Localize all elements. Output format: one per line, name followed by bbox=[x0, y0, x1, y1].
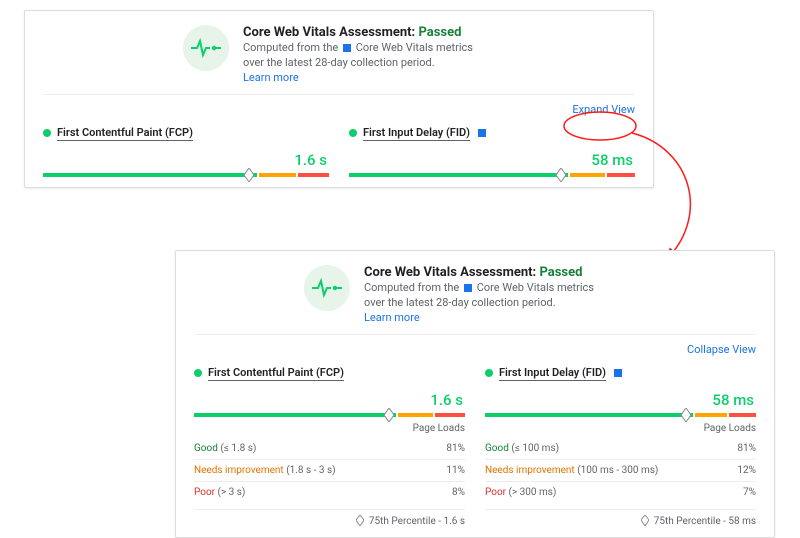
dist-value: 12% bbox=[737, 465, 756, 476]
dist-value: 11% bbox=[446, 465, 465, 476]
page-loads-label: Page Loads bbox=[485, 423, 756, 434]
dist-value: 7% bbox=[743, 487, 756, 498]
percentile-marker-icon bbox=[681, 408, 691, 422]
metric-value-fcp: 1.6 s bbox=[194, 391, 463, 409]
distribution-bar-fid bbox=[485, 413, 756, 417]
table-row: Good (≤ 100 ms) 81% bbox=[485, 438, 756, 459]
page-loads-label: Page Loads bbox=[194, 423, 465, 434]
dist-label-poor: Poor bbox=[194, 487, 215, 498]
sub-text-3: over the latest 28-day collection period… bbox=[364, 295, 594, 310]
dist-range: (≤ 100 ms) bbox=[511, 443, 559, 454]
dist-value: 81% bbox=[446, 443, 465, 454]
distribution-bar-fcp bbox=[43, 173, 329, 177]
table-row: Poor (> 300 ms) 7% bbox=[485, 481, 756, 503]
cwv-badge-icon bbox=[343, 44, 351, 52]
vitals-icon bbox=[304, 265, 350, 311]
divider bbox=[43, 94, 635, 95]
dist-range: (> 300 ms) bbox=[509, 487, 557, 498]
dist-label-ni: Needs improvement bbox=[485, 465, 575, 476]
percentile-row: 75th Percentile - 58 ms bbox=[485, 509, 756, 527]
distribution-bar-fcp bbox=[194, 413, 465, 417]
percentile-marker-icon bbox=[356, 515, 364, 526]
metric-value-fid: 58 ms bbox=[485, 391, 754, 409]
status-dot-icon bbox=[349, 129, 357, 137]
status-dot-icon bbox=[485, 369, 493, 377]
cwv-badge-icon bbox=[478, 129, 486, 137]
table-row: Poor (> 3 s) 8% bbox=[194, 481, 465, 503]
distribution-table-fcp: Good (≤ 1.8 s) 81% Needs improvement (1.… bbox=[194, 438, 465, 503]
dist-label-ni: Needs improvement bbox=[194, 465, 284, 476]
assessment-title: Core Web Vitals Assessment: bbox=[364, 265, 536, 280]
learn-more-link[interactable]: Learn more bbox=[243, 71, 473, 84]
sub-text-3: over the latest 28-day collection period… bbox=[243, 55, 473, 70]
metric-fid: First Input Delay (FID) 58 ms bbox=[349, 126, 635, 177]
metric-fcp: First Contentful Paint (FCP) 1.6 s Page … bbox=[194, 366, 465, 527]
dist-value: 8% bbox=[452, 487, 465, 498]
percentile-marker-icon bbox=[556, 168, 566, 182]
percentile-marker-icon bbox=[641, 515, 649, 526]
cwv-panel-collapsed: Core Web Vitals Assessment: Passed Compu… bbox=[24, 10, 654, 188]
metric-name-fcp[interactable]: First Contentful Paint (FCP) bbox=[57, 126, 193, 141]
divider bbox=[194, 334, 756, 335]
metric-name-fcp[interactable]: First Contentful Paint (FCP) bbox=[208, 366, 344, 381]
percentile-row: 75th Percentile - 1.6 s bbox=[194, 509, 465, 527]
panel-header: Core Web Vitals Assessment: Passed Compu… bbox=[194, 265, 756, 324]
status-dot-icon bbox=[43, 129, 51, 137]
percentile-marker-icon bbox=[244, 168, 254, 182]
dist-range: (1.8 s - 3 s) bbox=[286, 465, 335, 476]
assessment-title: Core Web Vitals Assessment: bbox=[243, 25, 415, 40]
dist-label-poor: Poor bbox=[485, 487, 506, 498]
dist-label-good: Good bbox=[194, 443, 218, 454]
assessment-status: Passed bbox=[418, 25, 461, 40]
expand-view-link[interactable]: Expand View bbox=[43, 101, 635, 126]
collapse-view-link[interactable]: Collapse View bbox=[194, 341, 756, 366]
cwv-panel-expanded: Core Web Vitals Assessment: Passed Compu… bbox=[175, 250, 775, 538]
metric-value-fcp: 1.6 s bbox=[43, 151, 327, 169]
table-row: Needs improvement (1.8 s - 3 s) 11% bbox=[194, 459, 465, 481]
learn-more-link[interactable]: Learn more bbox=[364, 311, 594, 324]
sub-text-2: Core Web Vitals metrics bbox=[477, 281, 594, 294]
table-row: Good (≤ 1.8 s) 81% bbox=[194, 438, 465, 459]
dist-value: 81% bbox=[737, 443, 756, 454]
sub-text-1: Computed from the bbox=[364, 281, 459, 294]
percentile-text: 75th Percentile - 58 ms bbox=[654, 516, 756, 527]
header-text: Core Web Vitals Assessment: Passed Compu… bbox=[243, 25, 473, 84]
percentile-marker-icon bbox=[384, 408, 394, 422]
vitals-icon bbox=[183, 25, 229, 71]
dist-range: (≤ 1.8 s) bbox=[220, 443, 256, 454]
dist-range: (100 ms - 300 ms) bbox=[577, 465, 658, 476]
metrics-row: First Contentful Paint (FCP) 1.6 s First… bbox=[43, 126, 635, 177]
panel-header: Core Web Vitals Assessment: Passed Compu… bbox=[43, 25, 635, 84]
metric-fid: First Input Delay (FID) 58 ms Page Loads… bbox=[485, 366, 756, 527]
percentile-text: 75th Percentile - 1.6 s bbox=[369, 516, 465, 527]
assessment-status: Passed bbox=[539, 265, 582, 280]
sub-text-1: Computed from the bbox=[243, 41, 338, 54]
metric-name-fid[interactable]: First Input Delay (FID) bbox=[363, 126, 470, 141]
header-text: Core Web Vitals Assessment: Passed Compu… bbox=[364, 265, 594, 324]
metrics-row: First Contentful Paint (FCP) 1.6 s Page … bbox=[194, 366, 756, 527]
table-row: Needs improvement (100 ms - 300 ms) 12% bbox=[485, 459, 756, 481]
distribution-table-fid: Good (≤ 100 ms) 81% Needs improvement (1… bbox=[485, 438, 756, 503]
cwv-badge-icon bbox=[614, 369, 622, 377]
metric-fcp: First Contentful Paint (FCP) 1.6 s bbox=[43, 126, 329, 177]
dist-label-good: Good bbox=[485, 443, 509, 454]
metric-name-fid[interactable]: First Input Delay (FID) bbox=[499, 366, 606, 381]
cwv-badge-icon bbox=[464, 284, 472, 292]
sub-text-2: Core Web Vitals metrics bbox=[356, 41, 473, 54]
metric-value-fid: 58 ms bbox=[349, 151, 633, 169]
distribution-bar-fid bbox=[349, 173, 635, 177]
dist-range: (> 3 s) bbox=[218, 487, 246, 498]
status-dot-icon bbox=[194, 369, 202, 377]
